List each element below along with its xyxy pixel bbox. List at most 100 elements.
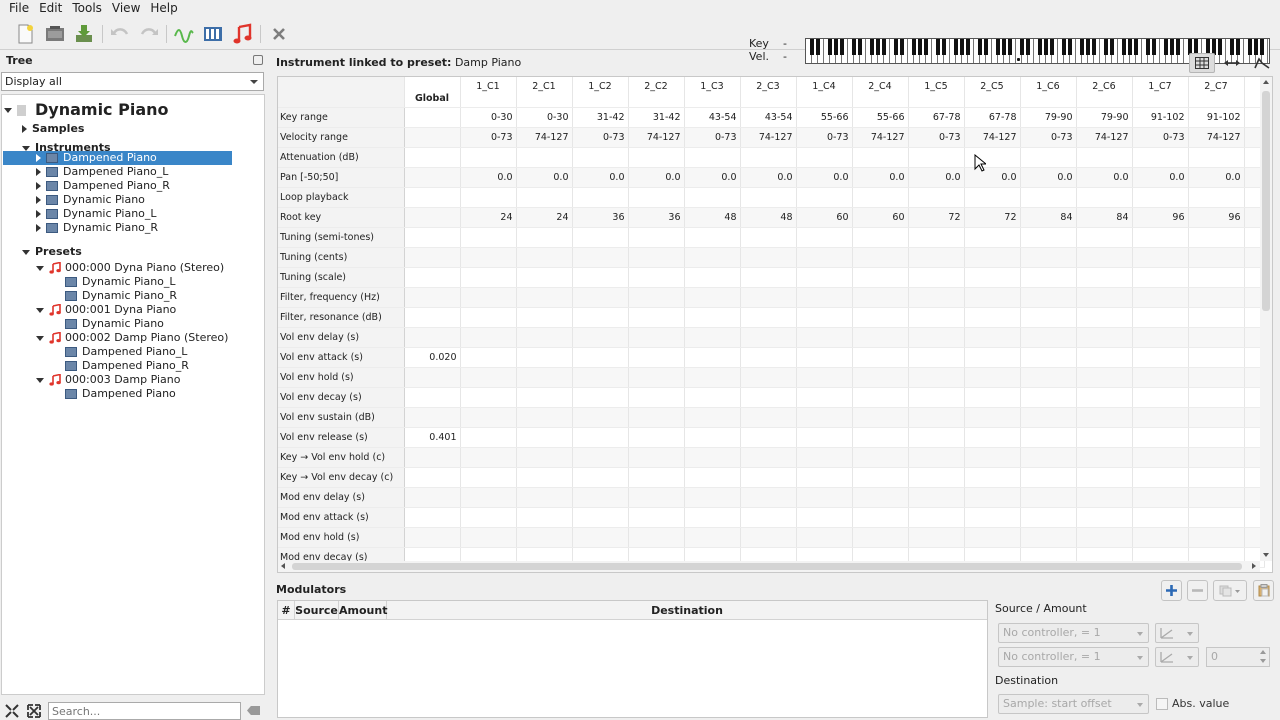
grid-cell[interactable] bbox=[1132, 467, 1189, 488]
grid-cell[interactable] bbox=[684, 507, 741, 528]
grid-cell[interactable] bbox=[1076, 467, 1133, 488]
expand-arrow-icon[interactable] bbox=[36, 335, 44, 341]
grid-cell[interactable] bbox=[684, 187, 741, 208]
grid-cell[interactable] bbox=[628, 227, 685, 248]
grid-cell[interactable] bbox=[852, 467, 909, 488]
grid-cell[interactable] bbox=[1076, 427, 1133, 448]
grid-cell[interactable] bbox=[1132, 487, 1189, 508]
grid-cell[interactable] bbox=[1020, 367, 1077, 388]
grid-cell[interactable]: 67-78 bbox=[908, 107, 965, 128]
grid-row-label[interactable]: Pan [-50;50] bbox=[278, 167, 405, 188]
grid-cell[interactable] bbox=[964, 267, 1021, 288]
grid-cell[interactable] bbox=[572, 427, 629, 448]
grid-cell[interactable] bbox=[628, 267, 685, 288]
grid-row-label[interactable]: Filter, frequency (Hz) bbox=[278, 287, 405, 308]
grid-cell[interactable] bbox=[1020, 447, 1077, 468]
grid-cell[interactable]: 48 bbox=[684, 207, 741, 228]
grid-cell[interactable] bbox=[1188, 487, 1245, 508]
spin-up-icon[interactable] bbox=[1260, 650, 1266, 654]
black-key[interactable] bbox=[1068, 39, 1072, 55]
grid-cell[interactable] bbox=[908, 227, 965, 248]
expand-arrow-icon[interactable] bbox=[36, 168, 41, 176]
grid-row-label[interactable]: Loop playback bbox=[278, 187, 405, 208]
black-key[interactable] bbox=[996, 39, 1000, 55]
tree-instrument-item[interactable]: Dampened Piano bbox=[3, 151, 232, 165]
grid-cell[interactable] bbox=[1076, 487, 1133, 508]
black-key[interactable] bbox=[1002, 39, 1006, 55]
grid-cell[interactable] bbox=[796, 247, 853, 268]
grid-cell[interactable] bbox=[796, 527, 853, 548]
black-key[interactable] bbox=[1008, 39, 1012, 55]
grid-cell[interactable] bbox=[460, 327, 517, 348]
grid-cell[interactable] bbox=[1132, 147, 1189, 168]
grid-cell[interactable] bbox=[908, 427, 965, 448]
grid-cell[interactable] bbox=[1188, 327, 1245, 348]
grid-cell[interactable] bbox=[572, 447, 629, 468]
tree-preset-item[interactable]: 000:003 Damp Piano bbox=[36, 373, 181, 387]
black-key[interactable] bbox=[984, 39, 988, 55]
grid-col-header[interactable]: 1_C1 bbox=[460, 77, 517, 108]
grid-cell[interactable] bbox=[1132, 527, 1189, 548]
grid-cell[interactable]: 0.0 bbox=[1132, 167, 1189, 188]
grid-cell[interactable] bbox=[460, 347, 517, 368]
grid-cell[interactable] bbox=[1076, 367, 1133, 388]
grid-cell-global[interactable] bbox=[404, 407, 461, 428]
grid-cell[interactable] bbox=[852, 447, 909, 468]
grid-cell[interactable] bbox=[572, 287, 629, 308]
tree-presets[interactable]: Presets bbox=[22, 245, 82, 259]
grid-cell[interactable]: 0.0 bbox=[572, 167, 629, 188]
expand-arrow-icon[interactable] bbox=[4, 107, 12, 113]
grid-cell[interactable] bbox=[964, 487, 1021, 508]
grid-cell[interactable] bbox=[964, 447, 1021, 468]
grid-cell[interactable] bbox=[796, 147, 853, 168]
grid-cell[interactable] bbox=[628, 467, 685, 488]
grid-cell[interactable] bbox=[516, 147, 573, 168]
black-key[interactable] bbox=[1038, 39, 1042, 55]
grid-row-label[interactable]: Vol env delay (s) bbox=[278, 327, 405, 348]
grid-cell[interactable] bbox=[740, 347, 797, 368]
black-key[interactable] bbox=[882, 39, 886, 55]
expand-arrow-icon[interactable] bbox=[36, 377, 44, 383]
grid-cell[interactable] bbox=[1076, 147, 1133, 168]
grid-cell[interactable] bbox=[852, 347, 909, 368]
grid-cell[interactable]: 24 bbox=[516, 207, 573, 228]
grid-cell[interactable] bbox=[908, 147, 965, 168]
grid-cell[interactable] bbox=[1132, 287, 1189, 308]
grid-cell[interactable] bbox=[684, 267, 741, 288]
grid-cell[interactable]: 74-127 bbox=[740, 127, 797, 148]
black-key[interactable] bbox=[1152, 39, 1156, 55]
grid-cell[interactable] bbox=[1076, 447, 1133, 468]
grid-cell[interactable] bbox=[1188, 287, 1245, 308]
grid-col-header[interactable]: 1_C7 bbox=[1132, 77, 1189, 108]
grid-cell[interactable] bbox=[908, 507, 965, 528]
grid-cell[interactable] bbox=[684, 447, 741, 468]
paste-modulator-button[interactable] bbox=[1253, 580, 1274, 601]
expand-arrow-icon[interactable] bbox=[36, 307, 44, 313]
grid-cell[interactable] bbox=[1132, 427, 1189, 448]
grid-cell[interactable] bbox=[740, 147, 797, 168]
grid-cell[interactable] bbox=[516, 187, 573, 208]
black-key[interactable] bbox=[936, 39, 940, 55]
grid-row-label[interactable]: Key → Vol env hold (c) bbox=[278, 447, 405, 468]
grid-cell[interactable]: 72 bbox=[908, 207, 965, 228]
grid-cell[interactable] bbox=[1132, 307, 1189, 328]
tree-preset-child-item[interactable]: Dynamic Piano_L bbox=[65, 275, 176, 289]
grid-col-header[interactable]: 2_C4 bbox=[852, 77, 909, 108]
black-key[interactable] bbox=[1104, 39, 1108, 55]
grid-cell-global[interactable] bbox=[404, 287, 461, 308]
tree-instrument-item[interactable]: Dynamic Piano bbox=[36, 193, 145, 207]
grid-cell[interactable] bbox=[516, 387, 573, 408]
grid-cell[interactable] bbox=[1132, 507, 1189, 528]
grid-cell-global[interactable] bbox=[404, 507, 461, 528]
grid-cell[interactable] bbox=[460, 407, 517, 428]
grid-cell[interactable] bbox=[572, 527, 629, 548]
grid-cell[interactable] bbox=[1188, 407, 1245, 428]
grid-cell[interactable] bbox=[796, 187, 853, 208]
grid-cell[interactable] bbox=[964, 287, 1021, 308]
grid-cell-global[interactable] bbox=[404, 487, 461, 508]
grid-cell[interactable] bbox=[1132, 367, 1189, 388]
grid-cell[interactable] bbox=[852, 367, 909, 388]
black-key[interactable] bbox=[966, 39, 970, 55]
destination-select[interactable]: Sample: start offset bbox=[998, 694, 1149, 714]
grid-cell-global[interactable]: 0.401 bbox=[404, 427, 461, 448]
